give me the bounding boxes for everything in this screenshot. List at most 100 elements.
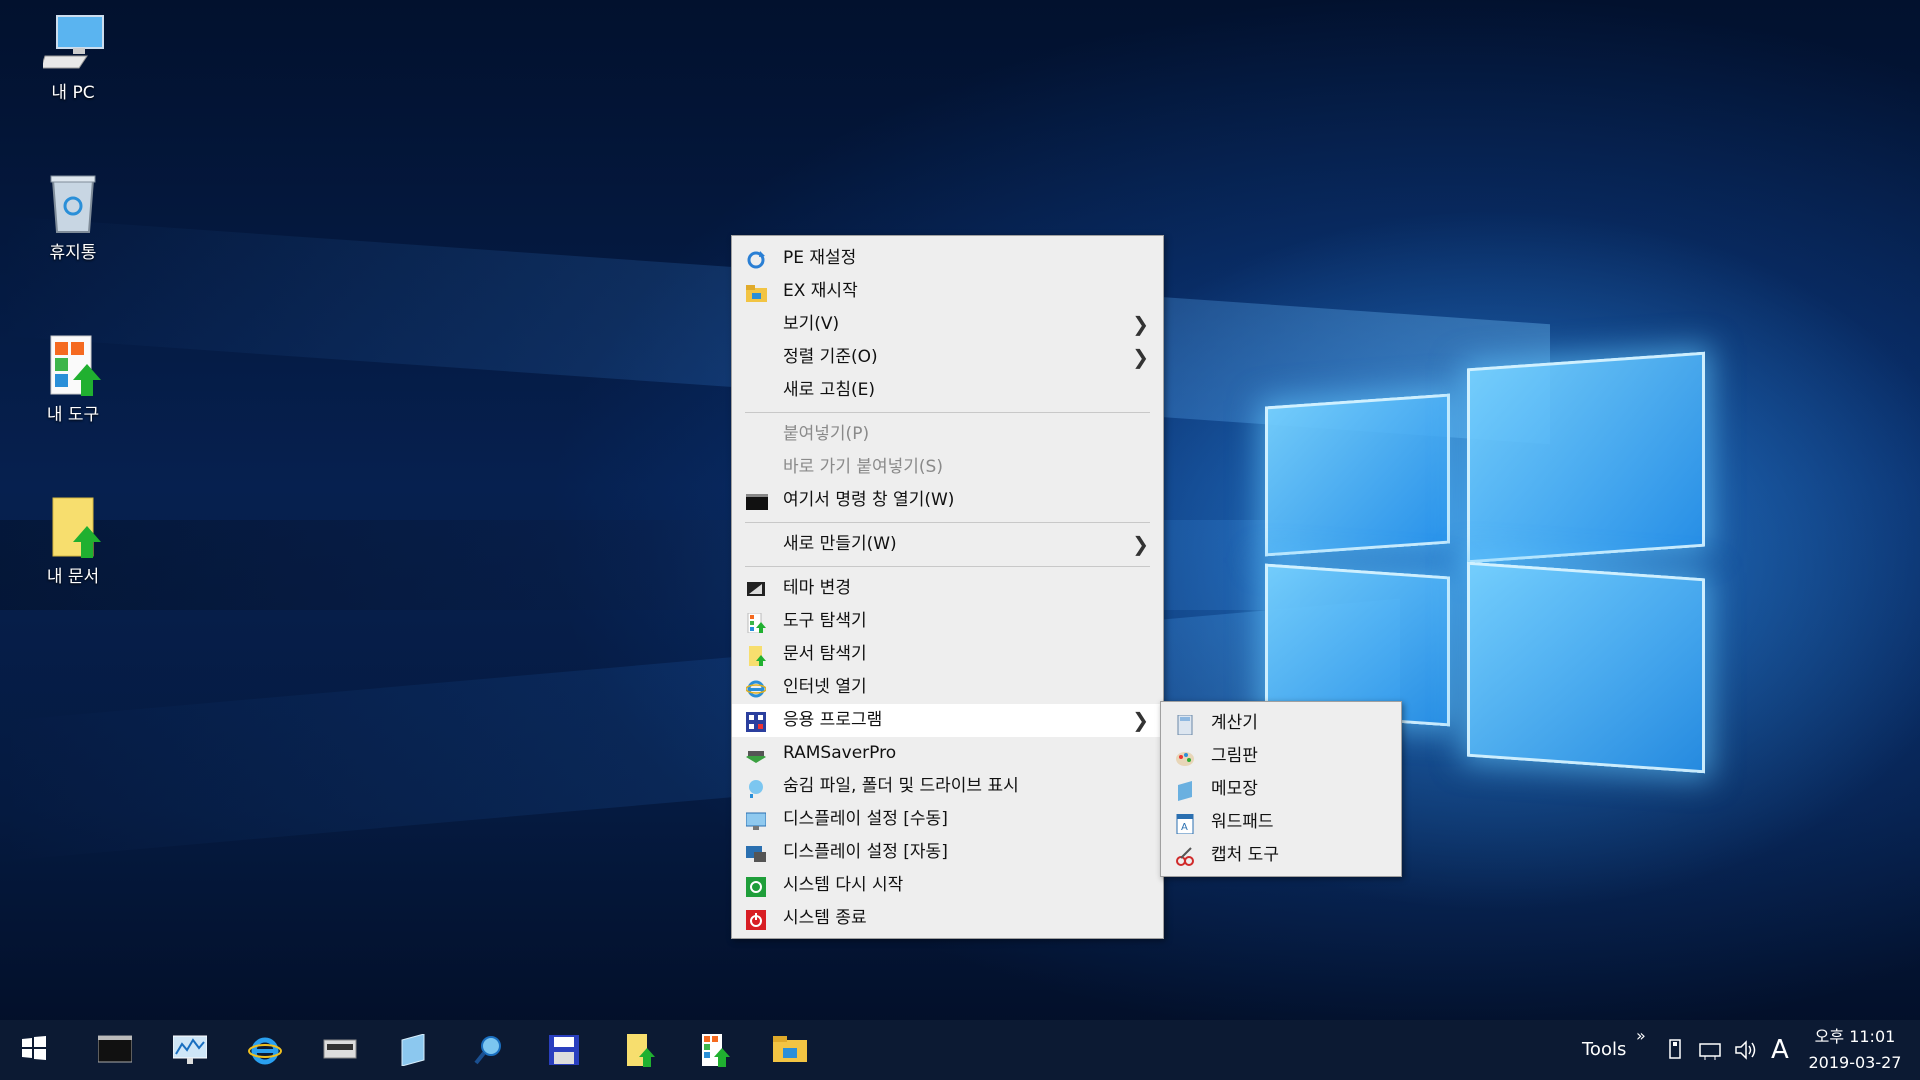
command-prompt-icon [97,1034,133,1066]
usb-device-icon[interactable] [1665,1020,1685,1080]
applications-submenu: 계산기 그림판 메모장 A 워드패드 캡처 도구 [1160,701,1402,877]
menu-item-label: 붙여넣기(P) [783,424,870,444]
taskbar-command-prompt[interactable] [78,1020,148,1080]
menu-item-label: PE 재설정 [783,248,857,268]
taskbar-hardware-info[interactable] [303,1020,373,1080]
submenu-item-snipping-tool[interactable]: 캡처 도구 [1161,839,1401,872]
taskbar-network-monitor[interactable] [153,1020,223,1080]
internet-explorer-icon [248,1034,282,1066]
menu-item-system-shutdown[interactable]: 시스템 종료 [732,902,1163,935]
menu-item-label: RAMSaverPro [783,743,897,763]
applications-icon [746,711,766,732]
floppy-disk-icon [548,1034,580,1066]
desktop-icon-label: 내 문서 [46,567,100,587]
menu-item-label: 인터넷 열기 [783,677,867,697]
chevron-right-icon: ❯ [1132,345,1149,369]
taskbar-file-explorer[interactable] [753,1020,823,1080]
desktop-icon-label: 휴지통 [49,243,97,263]
menu-item-tools-explorer[interactable]: 도구 탐색기 [732,605,1163,638]
submenu-item-calculator[interactable]: 계산기 [1161,707,1401,740]
menu-item-paste-shortcut[interactable]: 바로 가기 붙여넣기(S) [732,451,1163,484]
magnifier-icon [473,1034,505,1066]
menu-item-ex-restart[interactable]: EX 재시작 [732,275,1163,308]
internet-explorer-icon [745,678,767,698]
taskbar-clock[interactable]: 오후 11:01 2019-03-27 [1800,1024,1910,1076]
menu-item-label: 시스템 다시 시작 [783,875,904,895]
recycle-bin-icon [43,172,103,233]
menu-item-paste[interactable]: 붙여넣기(P) [732,418,1163,451]
display-manual-icon [745,810,767,830]
volume-icon[interactable] [1733,1020,1757,1080]
desktop-context-menu: PE 재설정 EX 재시작 보기(V) ❯ 정렬 기준(O) ❯ 새로 고침(E… [731,235,1164,939]
menu-item-label: 새로 고침(E) [783,380,875,400]
menu-item-document-explorer[interactable]: 문서 탐색기 [732,638,1163,671]
toolbar-overflow-chevron[interactable]: » [1636,1006,1646,1066]
desktop-icon-recycle-bin[interactable]: 휴지통 [20,172,126,263]
theme-icon [746,579,766,599]
menu-item-ramsaverpro[interactable]: RAMSaverPro [732,737,1163,770]
submenu-item-notepad[interactable]: 메모장 [1161,773,1401,806]
hardware-icon [323,1034,357,1066]
taskbar-notepad[interactable] [378,1020,448,1080]
explorer-folder-icon [746,282,767,302]
taskbar-my-documents[interactable] [603,1020,673,1080]
menu-item-label: 디스플레이 설정 [수동] [783,809,948,829]
menu-separator [745,566,1150,567]
menu-item-label: 바로 가기 붙여넣기(S) [783,457,943,477]
menu-item-label: 캡처 도구 [1211,845,1279,865]
menu-item-system-restart[interactable]: 시스템 다시 시작 [732,869,1163,902]
taskbar: Tools » A 오후 11:01 2019-03-27 [0,1020,1920,1080]
chevron-right-icon: ❯ [1132,312,1149,336]
clock-date: 2019-03-27 [1808,1053,1902,1072]
menu-item-view[interactable]: 보기(V) ❯ [732,308,1163,341]
menu-item-label: 응용 프로그램 [783,710,883,730]
taskbar-backup-disk[interactable] [528,1020,598,1080]
menu-item-label: 디스플레이 설정 [자동] [783,842,948,862]
menu-item-label: 숨김 파일, 폴더 및 드라이브 표시 [783,776,1019,796]
menu-item-show-hidden[interactable]: 숨김 파일, 폴더 및 드라이브 표시 [732,770,1163,803]
menu-item-display-manual[interactable]: 디스플레이 설정 [수동] [732,803,1163,836]
desktop-icon-my-documents[interactable]: 내 문서 [20,496,126,587]
network-icon[interactable] [1697,1020,1723,1080]
menu-item-label: 보기(V) [783,314,840,334]
menu-item-label: 시스템 종료 [783,908,867,928]
taskbar-internet-explorer[interactable] [228,1020,298,1080]
notepad-icon [1175,780,1195,801]
menu-item-open-command-window[interactable]: 여기서 명령 창 열기(W) [732,484,1163,517]
menu-item-pe-reset[interactable]: PE 재설정 [732,242,1163,275]
my-documents-icon [43,496,103,558]
refresh-icon [746,249,766,269]
menu-item-open-internet[interactable]: 인터넷 열기 [732,671,1163,704]
my-documents-icon [623,1034,655,1067]
submenu-item-wordpad[interactable]: A 워드패드 [1161,806,1401,839]
windows-start-icon [20,1034,52,1066]
start-button[interactable] [0,1020,70,1080]
monitor-network-icon [172,1034,208,1066]
command-prompt-icon [746,491,768,511]
my-tools-icon [698,1034,730,1067]
menu-item-sort-by[interactable]: 정렬 기준(O) ❯ [732,341,1163,374]
menu-item-new[interactable]: 새로 만들기(W) ❯ [732,528,1163,561]
desktop-icon-label: 내 PC [51,83,95,103]
taskbar-my-tools[interactable] [678,1020,748,1080]
menu-item-label: 정렬 기준(O) [783,347,878,367]
menu-item-refresh[interactable]: 새로 고침(E) [732,374,1163,407]
tools-toolbar-label[interactable]: Tools [1582,1020,1626,1080]
menu-item-label: 여기서 명령 창 열기(W) [783,490,955,510]
menu-item-label: 문서 탐색기 [783,644,867,664]
restart-icon [746,876,766,897]
desktop-icon-my-tools[interactable]: 내 도구 [20,334,126,425]
chevron-right-icon: ❯ [1132,532,1149,556]
document-explorer-icon [746,645,766,666]
display-auto-icon [746,843,766,863]
clock-time: 오후 11:01 [1814,1027,1896,1046]
taskbar-search-tool[interactable] [453,1020,523,1080]
menu-separator [745,412,1150,413]
submenu-item-paint[interactable]: 그림판 [1161,740,1401,773]
menu-item-display-auto[interactable]: 디스플레이 설정 [자동] [732,836,1163,869]
menu-item-change-theme[interactable]: 테마 변경 [732,572,1163,605]
desktop-icon-my-pc[interactable]: 내 PC [20,12,126,103]
menu-item-applications[interactable]: 응용 프로그램 ❯ [732,704,1163,737]
input-method-indicator[interactable]: A [1771,1020,1789,1080]
folder-icon [773,1034,807,1066]
